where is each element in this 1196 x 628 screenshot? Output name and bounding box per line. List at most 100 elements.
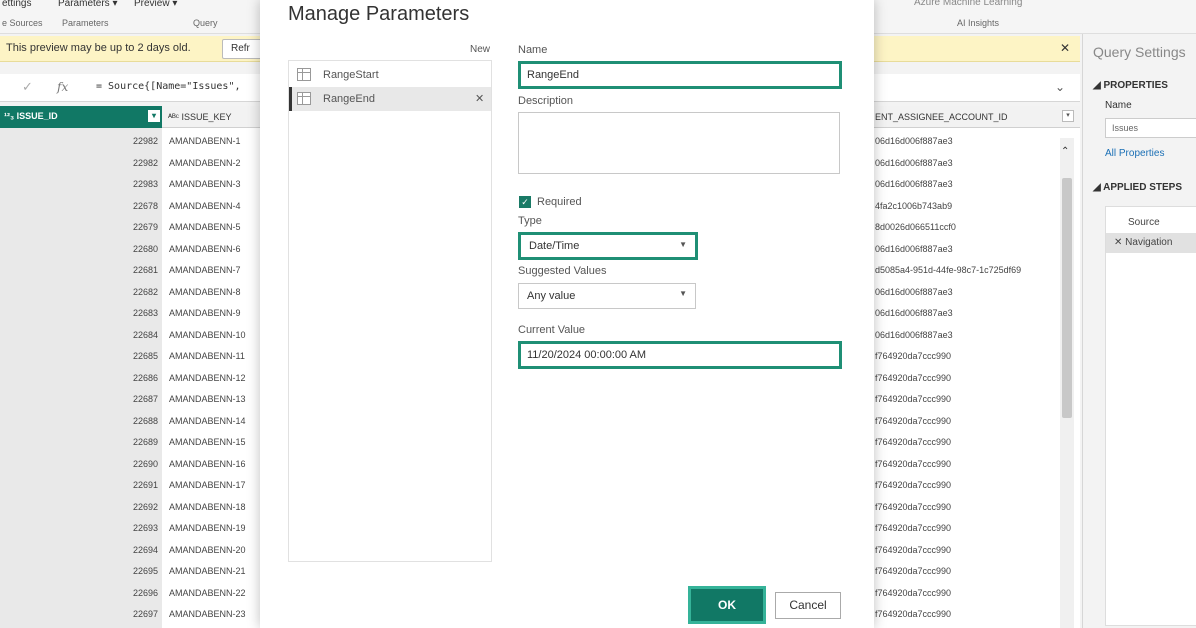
ok-button[interactable]: OK bbox=[688, 586, 766, 624]
applied-steps-list: Source ✕ Navigation bbox=[1105, 206, 1196, 626]
cell-assignee-id: 06d16d006f887ae3 bbox=[875, 136, 953, 146]
description-label: Description bbox=[518, 95, 574, 107]
cell-issue-key: AMANDABENN-3 bbox=[169, 179, 241, 189]
cell-issue-id: 22982 bbox=[132, 157, 158, 168]
cell-assignee-id: f764920da7ccc990 bbox=[875, 372, 952, 383]
cancel-button[interactable]: Cancel bbox=[775, 592, 841, 619]
fx-icon: fx bbox=[57, 80, 69, 94]
chevron-down-icon: ▼ bbox=[679, 289, 687, 298]
column-filter-dropdown[interactable]: ▾ bbox=[148, 110, 160, 122]
cell-issue-key: AMANDABENN-15 bbox=[169, 437, 246, 447]
required-checkbox[interactable]: ✓ bbox=[519, 196, 531, 208]
cell-issue-key: AMANDABENN-20 bbox=[169, 544, 246, 555]
column-header-issue-id[interactable]: ¹²₃ ISSUE_ID ▾ bbox=[0, 106, 162, 128]
ribbon-group-query: Query bbox=[193, 18, 218, 28]
cell-assignee-id: 06d16d006f887ae3 bbox=[875, 308, 953, 318]
cell-issue-key: AMANDABENN-5 bbox=[169, 222, 241, 232]
cell-issue-id: 22696 bbox=[132, 587, 158, 598]
formula-input[interactable]: = Source{[Name="Issues", bbox=[96, 81, 241, 92]
step-source[interactable]: Source bbox=[1106, 213, 1196, 233]
cell-issue-key: AMANDABENN-8 bbox=[169, 286, 241, 297]
cell-assignee-id: f764920da7ccc990 bbox=[875, 351, 952, 361]
cell-issue-id: 22679 bbox=[132, 222, 158, 232]
query-settings-pane: Query Settings ◢ PROPERTIES Name Issues … bbox=[1082, 34, 1196, 628]
query-settings-title: Query Settings bbox=[1093, 44, 1186, 60]
suggested-values-label: Suggested Values bbox=[518, 265, 607, 277]
chevron-down-icon: ▼ bbox=[679, 240, 687, 249]
cell-issue-key: AMANDABENN-13 bbox=[169, 394, 246, 404]
column-header-issue-key[interactable]: ᴬᴮᶜ ISSUE_KEY bbox=[168, 112, 232, 122]
table-icon bbox=[297, 92, 311, 105]
description-input[interactable] bbox=[518, 112, 840, 174]
cell-assignee-id: f764920da7ccc990 bbox=[875, 480, 952, 490]
cell-issue-id: 22695 bbox=[132, 566, 158, 576]
cell-issue-key: AMANDABENN-17 bbox=[169, 480, 246, 490]
scrollbar-thumb[interactable] bbox=[1062, 178, 1072, 418]
cell-issue-id: 22678 bbox=[132, 200, 158, 211]
ribbon-preview-button[interactable]: Preview ▾ bbox=[134, 0, 177, 9]
check-icon[interactable]: ✓ bbox=[22, 79, 33, 95]
current-value-input[interactable]: 11/20/2024 00:00:00 AM bbox=[518, 341, 842, 369]
cell-issue-id: 22684 bbox=[132, 329, 158, 340]
cell-issue-key: AMANDABENN-9 bbox=[169, 308, 241, 318]
current-value-label: Current Value bbox=[518, 324, 586, 336]
cell-issue-id: 22691 bbox=[132, 480, 158, 490]
name-input[interactable]: RangeEnd bbox=[518, 61, 842, 89]
caret-icon: ◢ bbox=[1093, 182, 1104, 193]
cell-issue-id: 22689 bbox=[132, 437, 158, 447]
step-navigation[interactable]: ✕ Navigation bbox=[1106, 233, 1196, 253]
cell-issue-id: 22690 bbox=[132, 458, 158, 469]
cell-issue-id: 22692 bbox=[132, 501, 158, 512]
table-icon bbox=[297, 68, 311, 81]
cell-issue-id: 22680 bbox=[132, 243, 158, 254]
number-type-icon: ¹²₃ bbox=[4, 111, 17, 121]
new-parameter-button[interactable]: New bbox=[470, 44, 490, 55]
cell-issue-id: 22688 bbox=[132, 415, 158, 426]
vertical-scrollbar[interactable] bbox=[1060, 138, 1074, 628]
ribbon-parameters-button[interactable]: Parameters ▾ bbox=[58, 0, 117, 9]
type-dropdown[interactable]: Date/Time ▼ bbox=[518, 232, 698, 260]
column-filter-dropdown[interactable]: ▾ bbox=[1062, 110, 1074, 122]
cell-issue-key: AMANDABENN-14 bbox=[169, 415, 246, 426]
cell-issue-id: 22687 bbox=[132, 394, 158, 404]
query-name-input[interactable]: Issues bbox=[1105, 118, 1196, 138]
type-label: Type bbox=[518, 215, 542, 227]
applied-steps-header[interactable]: ◢ APPLIED STEPS bbox=[1093, 182, 1182, 193]
name-label: Name bbox=[518, 44, 548, 56]
cell-issue-key: AMANDABENN-10 bbox=[169, 329, 246, 340]
ribbon-group-ai-insights: AI Insights bbox=[957, 18, 1000, 28]
cell-issue-key: AMANDABENN-6 bbox=[169, 243, 241, 254]
parameter-item-rangestart[interactable]: RangeStart bbox=[289, 63, 491, 87]
column-header-assignee[interactable]: ENT_ASSIGNEE_ACCOUNT_ID bbox=[875, 112, 1008, 122]
all-properties-link[interactable]: All Properties bbox=[1105, 148, 1164, 159]
parameter-item-rangeend[interactable]: RangeEnd ✕ bbox=[289, 87, 491, 111]
cell-assignee-id: 06d16d006f887ae3 bbox=[875, 243, 953, 254]
ribbon-group-parameters: Parameters bbox=[62, 18, 109, 28]
delete-parameter-icon[interactable]: ✕ bbox=[475, 92, 484, 105]
dialog-title: Manage Parameters bbox=[288, 3, 470, 25]
suggested-values-dropdown[interactable]: Any value ▼ bbox=[518, 283, 696, 309]
cell-issue-key: AMANDABENN-21 bbox=[169, 566, 246, 576]
cell-issue-key: AMANDABENN-1 bbox=[169, 136, 241, 146]
cell-assignee-id: f764920da7ccc990 bbox=[875, 609, 952, 619]
cell-assignee-id: f764920da7ccc990 bbox=[875, 458, 952, 469]
warning-text: This preview may be up to 2 days old. bbox=[6, 42, 191, 54]
cell-assignee-id: d5085a4-951d-44fe-98c7-1c725df69 bbox=[875, 265, 1022, 275]
cell-issue-id: 22685 bbox=[132, 351, 158, 361]
chevron-down-icon[interactable]: ⌄ bbox=[1055, 80, 1065, 94]
cell-assignee-id: 06d16d006f887ae3 bbox=[875, 157, 953, 168]
cell-issue-key: AMANDABENN-22 bbox=[169, 587, 246, 598]
cell-issue-id: 22681 bbox=[132, 265, 158, 275]
close-icon[interactable]: ✕ bbox=[1060, 41, 1070, 55]
query-name-label: Name bbox=[1105, 100, 1132, 111]
cell-assignee-id: f764920da7ccc990 bbox=[875, 501, 952, 512]
cell-issue-id: 22982 bbox=[132, 136, 158, 146]
ribbon-azure-ml-button[interactable]: Azure Machine Learning bbox=[914, 0, 1022, 8]
required-label: Required bbox=[537, 196, 582, 208]
scroll-up-icon[interactable]: ⌃ bbox=[1061, 146, 1069, 157]
delete-step-icon[interactable]: ✕ bbox=[1114, 237, 1125, 248]
cell-assignee-id: f764920da7ccc990 bbox=[875, 394, 952, 404]
text-type-icon: ᴬᴮᶜ bbox=[168, 112, 182, 122]
ribbon-settings-label[interactable]: ettings bbox=[2, 0, 31, 9]
properties-header[interactable]: ◢ PROPERTIES bbox=[1093, 80, 1168, 91]
